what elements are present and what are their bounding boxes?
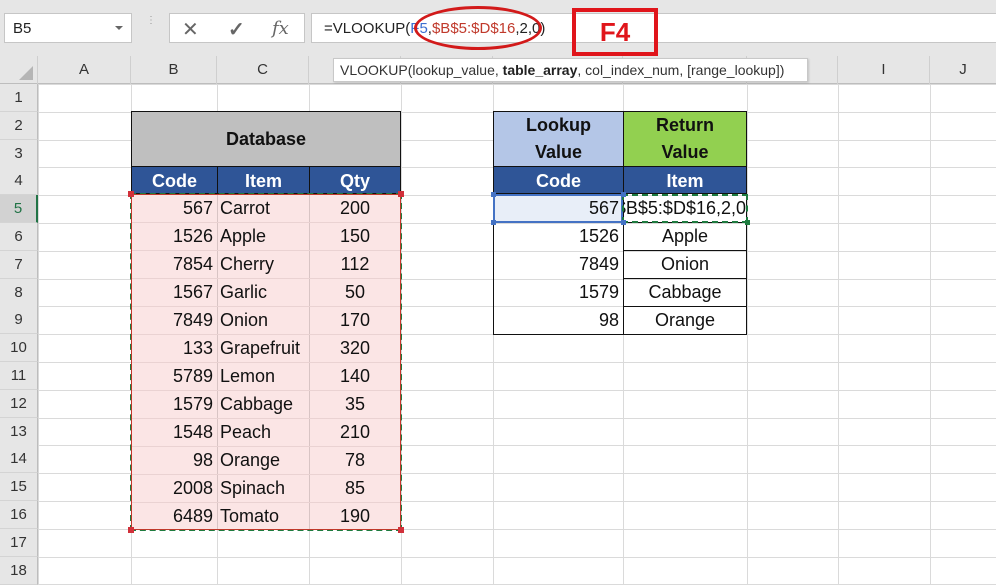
lookup-item-header[interactable]: Item [623, 166, 747, 194]
lookup-code-cell[interactable]: 1579 [493, 278, 623, 306]
range-handle[interactable] [398, 527, 404, 533]
return-item-cell[interactable]: Cabbage [623, 278, 747, 306]
row-header-14[interactable]: 14 [0, 445, 38, 474]
row-header-16[interactable]: 16 [0, 501, 38, 529]
header-item[interactable]: Item [217, 166, 310, 194]
highlight-ellipse [414, 6, 542, 50]
row-header-18[interactable]: 18 [0, 556, 38, 585]
copy-marquee-range [130, 193, 402, 531]
lookup-code-cell[interactable]: 1526 [493, 222, 623, 250]
lookup-code-cell[interactable]: 7849 [493, 250, 623, 278]
return-header-line2: Value [661, 142, 709, 162]
row-header-15[interactable]: 15 [0, 473, 38, 502]
tooltip-arg-lookup[interactable]: lookup_value, [412, 62, 502, 78]
f4-key-annotation: F4 [572, 8, 658, 56]
lookup-code-cell[interactable]: 567 [493, 194, 623, 222]
column-header-j[interactable]: J [930, 56, 996, 84]
row-header-5[interactable]: 5 [0, 195, 38, 224]
grip-handle-icon[interactable]: ⋮ [146, 16, 156, 38]
formula-bar-area: B5 ⋮ ✕ ✓ fx =VLOOKUP(F5,$B$5:$D$16,2,0) … [0, 0, 996, 56]
return-item-cell[interactable]: Onion [623, 250, 747, 278]
row-header-8[interactable]: 8 [0, 278, 38, 307]
name-box-value: B5 [13, 20, 32, 37]
lookup-item-hline [623, 334, 747, 335]
row-header-7[interactable]: 7 [0, 250, 38, 279]
column-header-i[interactable]: I [838, 56, 930, 84]
row-header-9[interactable]: 9 [0, 306, 38, 335]
header-qty[interactable]: Qty [309, 166, 401, 194]
range-handle[interactable] [398, 191, 404, 197]
lookup-code-header[interactable]: Code [493, 166, 624, 194]
column-header-a[interactable]: A [38, 56, 131, 84]
tooltip-function[interactable]: VLOOKUP( [340, 62, 412, 78]
formula-buttons: ✕ ✓ fx [169, 13, 305, 43]
range-handle[interactable] [128, 527, 134, 533]
grid-hline [38, 556, 996, 558]
row-header-11[interactable]: 11 [0, 362, 38, 390]
row-header-4[interactable]: 4 [0, 167, 38, 196]
chevron-down-icon[interactable] [115, 26, 123, 30]
enter-icon[interactable]: ✓ [228, 17, 245, 42]
row-header-1[interactable]: 1 [0, 84, 38, 112]
lookup-header-line2: Value [534, 142, 583, 162]
row-header-12[interactable]: 12 [0, 389, 38, 418]
insert-function-icon[interactable]: fx [272, 18, 289, 39]
lookup-value-header[interactable]: Lookup Value [493, 111, 624, 167]
cancel-icon[interactable]: ✕ [182, 17, 199, 42]
row-header-17[interactable]: 17 [0, 528, 38, 557]
row-header-13[interactable]: 13 [0, 417, 38, 446]
database-title[interactable]: Database [131, 111, 401, 167]
row-header-2[interactable]: 2 [0, 111, 38, 140]
lookup-header-line1: Lookup [526, 115, 591, 135]
range-handle[interactable] [128, 191, 134, 197]
row-header-10[interactable]: 10 [0, 334, 38, 363]
lookup-border-bottom [493, 334, 624, 335]
column-header-c[interactable]: C [217, 56, 309, 84]
row-header-6[interactable]: 6 [0, 223, 38, 251]
select-all-triangle-icon [19, 66, 33, 80]
function-tooltip: VLOOKUP(lookup_value, table_array, col_i… [333, 58, 808, 82]
tooltip-rest[interactable]: , col_index_num, [range_lookup]) [577, 62, 784, 78]
select-all-button[interactable] [0, 56, 38, 84]
name-box[interactable]: B5 [4, 13, 132, 43]
return-header-line1: Return [656, 115, 714, 135]
formula-prefix: =VLOOKUP( [324, 20, 411, 37]
column-header-b[interactable]: B [131, 56, 217, 84]
tooltip-arg-table-array[interactable]: table_array [503, 62, 578, 78]
lookup-code-cell[interactable]: 98 [493, 306, 623, 334]
grid-hline [38, 84, 996, 85]
return-value-formula-cell[interactable]: $B$5:$D$16,2,0 [624, 194, 746, 222]
row-header-3[interactable]: 3 [0, 139, 38, 168]
return-value-header[interactable]: Return Value [623, 111, 747, 167]
header-code[interactable]: Code [131, 166, 218, 194]
return-item-cell[interactable]: Orange [623, 306, 747, 334]
return-item-cell[interactable]: Apple [623, 222, 747, 250]
